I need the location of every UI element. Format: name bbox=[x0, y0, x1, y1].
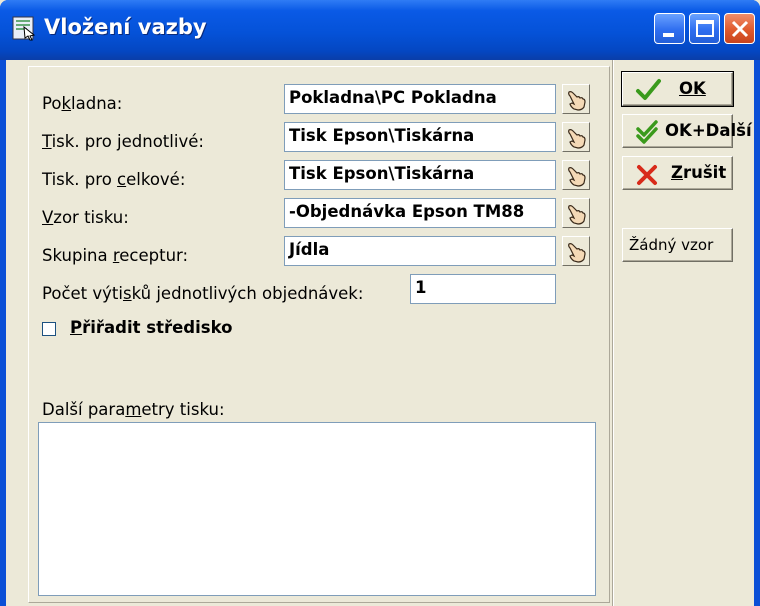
minimize-button[interactable] bbox=[654, 13, 685, 44]
hand-pointer-icon bbox=[568, 167, 586, 187]
vzor-tisku-field[interactable]: -Objednávka Epson TM88 bbox=[284, 198, 556, 228]
ok-dalsi-button[interactable]: OK+Další bbox=[622, 114, 752, 148]
tisk-celkove-picker-button[interactable] bbox=[562, 160, 590, 190]
pokladna-field[interactable]: Pokladna\PC Pokladna bbox=[284, 84, 556, 114]
ok-button-label: OK bbox=[679, 79, 706, 98]
close-icon bbox=[731, 20, 749, 38]
ok-dalsi-label: OK+Další bbox=[665, 121, 752, 140]
dialog-window: Vložení vazby Pokladna: Pokladna\PC Pokl… bbox=[0, 0, 760, 606]
hand-pointer-icon bbox=[568, 129, 586, 149]
panel-separator bbox=[612, 60, 614, 606]
pokladna-picker-button[interactable] bbox=[562, 84, 590, 114]
dialog-client-area: Pokladna: Pokladna\PC Pokladna Tisk. pro… bbox=[6, 60, 754, 606]
vzor-tisku-label: Vzor tisku: bbox=[42, 208, 129, 227]
priradit-stredisko-label: Přiřadit středisko bbox=[70, 318, 233, 337]
double-checkmark-icon bbox=[636, 120, 658, 144]
tisk-celkove-field[interactable]: Tisk Epson\Tiskárna bbox=[284, 160, 556, 190]
dalsi-parametry-label: Další parametry tisku: bbox=[42, 400, 225, 419]
zadny-vzor-button[interactable]: Žádný vzor bbox=[622, 228, 733, 262]
title-bar[interactable]: Vložení vazby bbox=[0, 0, 760, 60]
skupina-receptur-field[interactable]: Jídla bbox=[284, 236, 556, 266]
maximize-icon bbox=[696, 20, 714, 37]
maximize-button[interactable] bbox=[689, 13, 720, 44]
skupina-receptur-label: Skupina receptur: bbox=[42, 246, 189, 265]
tisk-jednotlive-label: Tisk. pro jednotlivé: bbox=[42, 132, 204, 151]
priradit-stredisko-checkbox[interactable] bbox=[42, 322, 56, 336]
hand-pointer-icon bbox=[568, 91, 586, 111]
dalsi-parametry-textarea[interactable] bbox=[38, 422, 596, 596]
hand-pointer-icon bbox=[568, 243, 586, 263]
checkmark-icon bbox=[636, 79, 661, 100]
tisk-jednotlive-field[interactable]: Tisk Epson\Tiskárna bbox=[284, 122, 556, 152]
window-title: Vložení vazby bbox=[44, 15, 207, 39]
zadny-vzor-label: Žádný vzor bbox=[629, 236, 714, 254]
pokladna-label: Pokladna: bbox=[42, 94, 123, 113]
minimize-icon bbox=[663, 33, 674, 37]
zrusit-button[interactable]: Zrušit bbox=[622, 156, 733, 190]
hand-pointer-icon bbox=[568, 205, 586, 225]
skupina-receptur-picker-button[interactable] bbox=[562, 236, 590, 266]
pocet-vytisku-field[interactable]: 1 bbox=[410, 274, 556, 304]
red-x-icon bbox=[637, 165, 657, 185]
pocet-vytisku-label: Počet výtisků jednotlivých objednávek: bbox=[42, 284, 364, 303]
tisk-celkove-label: Tisk. pro celkové: bbox=[42, 170, 186, 189]
close-button[interactable] bbox=[724, 13, 755, 44]
tisk-jednotlive-picker-button[interactable] bbox=[562, 122, 590, 152]
ok-button[interactable]: OK bbox=[621, 71, 734, 107]
document-icon bbox=[12, 16, 36, 41]
vzor-tisku-picker-button[interactable] bbox=[562, 198, 590, 228]
